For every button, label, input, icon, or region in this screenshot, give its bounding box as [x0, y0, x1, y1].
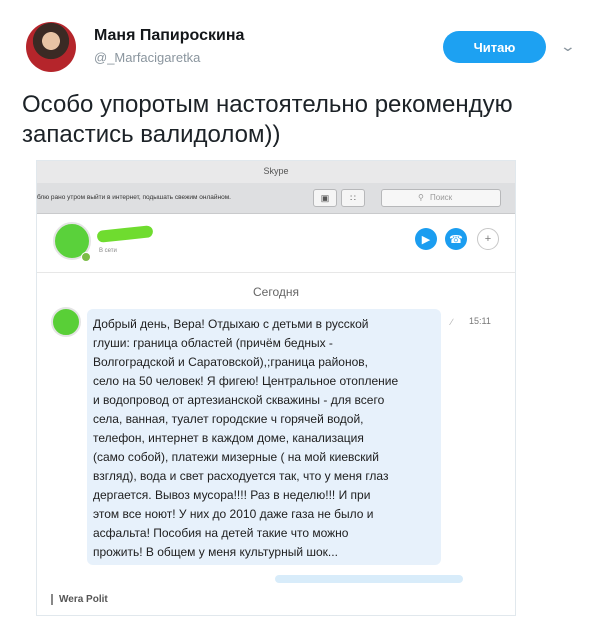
watermark: Wera Polit — [51, 594, 108, 605]
message-text: Добрый день, Вера! Отдыхаю с детьми в ру… — [93, 317, 399, 559]
presence-dot — [81, 252, 91, 262]
contact-name-redacted — [96, 225, 154, 243]
skype-window-title: Skype — [263, 166, 289, 176]
tweet-text: Особо упоротым настоятельно рекомендую з… — [22, 91, 513, 148]
display-name[interactable]: Маня Папироскина — [94, 27, 244, 45]
compose-icon: ▣ — [313, 189, 337, 207]
search-placeholder: Поиск — [430, 193, 453, 202]
video-call-icon: ▶ — [415, 228, 437, 250]
chevron-down-icon[interactable]: ⌄ — [560, 38, 576, 55]
edit-icon: ∕ — [451, 317, 453, 327]
date-separator: Сегодня — [253, 285, 299, 299]
follow-button[interactable]: Читаю — [443, 31, 546, 63]
search-icon: ⚲ — [418, 193, 424, 202]
skype-mood-status: блю рано утром выйти в интернет, подышат… — [37, 194, 231, 201]
tweet-header: Маня Папироскина @_Marfacigaretka Читаю … — [22, 18, 582, 78]
message-avatar — [51, 307, 81, 337]
user-handle[interactable]: @_Marfacigaretka — [94, 50, 200, 65]
phone-icon: ☎ — [445, 228, 467, 250]
skype-titlebar: Skype — [37, 161, 515, 183]
dialpad-icon: ∷ — [341, 189, 365, 207]
user-avatar[interactable] — [26, 22, 76, 72]
contact-status: В сети — [99, 248, 117, 254]
skype-toolbar: блю рано утром выйти в интернет, подышат… — [37, 183, 515, 214]
attached-screenshot[interactable]: Skype блю рано утром выйти в интернет, п… — [36, 160, 516, 616]
contact-header: В сети ▶ ☎ + — [37, 214, 515, 273]
skype-search-box: ⚲ Поиск — [381, 189, 501, 207]
add-contact-icon: + — [477, 228, 499, 250]
message-time: 15:11 — [469, 316, 491, 326]
message-bubble: Добрый день, Вера! Отдыхаю с детьми в ру… — [87, 309, 441, 565]
next-message-bubble — [275, 575, 463, 583]
